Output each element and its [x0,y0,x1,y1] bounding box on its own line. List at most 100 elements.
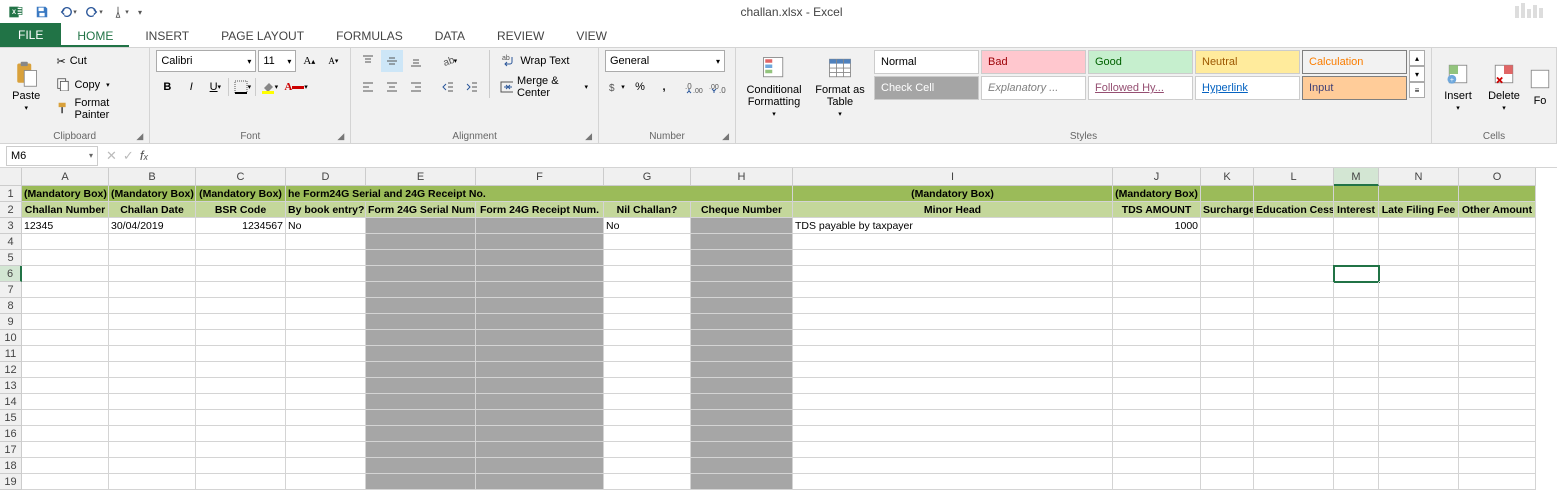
tab-home[interactable]: HOME [61,25,129,47]
row-header-11[interactable]: 11 [0,346,22,362]
cell-M3[interactable] [1334,218,1379,234]
number-launcher-icon[interactable]: ◢ [722,131,729,142]
cell-N17[interactable] [1379,442,1459,458]
insert-cells-button[interactable]: +Insert▾ [1438,50,1478,122]
row-header-3[interactable]: 3 [0,218,22,234]
cell-M4[interactable] [1334,234,1379,250]
row-header-18[interactable]: 18 [0,458,22,474]
cell-K13[interactable] [1201,378,1254,394]
cell-L16[interactable] [1254,426,1334,442]
cell-I11[interactable] [793,346,1113,362]
cell-A11[interactable] [22,346,109,362]
undo-icon[interactable]: ▾ [56,1,80,23]
delete-cells-button[interactable]: Delete▾ [1484,50,1524,122]
cell-M6[interactable] [1334,266,1379,282]
cell-A12[interactable] [22,362,109,378]
font-size-combo[interactable]: 11▾ [258,50,296,72]
cell-F15[interactable] [476,410,604,426]
cell-C2[interactable]: BSR Code [196,202,286,218]
cell-H7[interactable] [691,282,793,298]
cell-B8[interactable] [109,298,196,314]
style-calculation[interactable]: Calculation [1302,50,1407,74]
row-header-13[interactable]: 13 [0,378,22,394]
cell-B15[interactable] [109,410,196,426]
cell-K1[interactable] [1201,186,1254,202]
col-header-N[interactable]: N [1379,168,1459,186]
cell-I19[interactable] [793,474,1113,490]
cell-E11[interactable] [366,346,476,362]
customize-qat-icon[interactable]: ▾ [134,1,146,23]
row-header-19[interactable]: 19 [0,474,22,490]
redo-icon[interactable]: ▾ [82,1,106,23]
cell-B6[interactable] [109,266,196,282]
row-header-15[interactable]: 15 [0,410,22,426]
cell-L2[interactable]: Education Cess [1254,202,1334,218]
cell-I2[interactable]: Minor Head [793,202,1113,218]
cell-K9[interactable] [1201,314,1254,330]
cell-M12[interactable] [1334,362,1379,378]
cell-N15[interactable] [1379,410,1459,426]
cell-J19[interactable] [1113,474,1201,490]
cell-N3[interactable] [1379,218,1459,234]
cell-B7[interactable] [109,282,196,298]
align-right-icon[interactable] [405,76,427,98]
cell-M14[interactable] [1334,394,1379,410]
cell-A5[interactable] [22,250,109,266]
cell-G5[interactable] [604,250,691,266]
cell-O6[interactable] [1459,266,1536,282]
cell-C17[interactable] [196,442,286,458]
cell-O19[interactable] [1459,474,1536,490]
cell-D16[interactable] [286,426,366,442]
cell-D4[interactable] [286,234,366,250]
cell-F13[interactable] [476,378,604,394]
cell-F5[interactable] [476,250,604,266]
cell-L6[interactable] [1254,266,1334,282]
cell-N8[interactable] [1379,298,1459,314]
cell-K4[interactable] [1201,234,1254,250]
cell-I18[interactable] [793,458,1113,474]
cell-C4[interactable] [196,234,286,250]
cell-D12[interactable] [286,362,366,378]
col-header-B[interactable]: B [109,168,196,186]
cell-N6[interactable] [1379,266,1459,282]
cell-D18[interactable] [286,458,366,474]
cell-F14[interactable] [476,394,604,410]
format-painter-button[interactable]: Format Painter [52,98,143,120]
style-explanatory[interactable]: Explanatory ... [981,76,1086,100]
cell-E8[interactable] [366,298,476,314]
cell-M13[interactable] [1334,378,1379,394]
cell-D13[interactable] [286,378,366,394]
cell-I15[interactable] [793,410,1113,426]
cell-J12[interactable] [1113,362,1201,378]
row-header-16[interactable]: 16 [0,426,22,442]
cell-F9[interactable] [476,314,604,330]
cell-H17[interactable] [691,442,793,458]
cell-E18[interactable] [366,458,476,474]
cell-A15[interactable] [22,410,109,426]
cell-O17[interactable] [1459,442,1536,458]
style-neutral[interactable]: Neutral [1195,50,1300,74]
gallery-more-icon[interactable]: ≡ [1409,82,1425,98]
cell-F16[interactable] [476,426,604,442]
cell-H8[interactable] [691,298,793,314]
cell-J13[interactable] [1113,378,1201,394]
cell-J18[interactable] [1113,458,1201,474]
cell-F18[interactable] [476,458,604,474]
cell-M16[interactable] [1334,426,1379,442]
select-all-corner[interactable] [0,168,22,186]
cell-G18[interactable] [604,458,691,474]
cell-F2[interactable]: Form 24G Receipt Num. [476,202,604,218]
cell-G16[interactable] [604,426,691,442]
align-center-icon[interactable] [381,76,403,98]
cell-L4[interactable] [1254,234,1334,250]
cell-J11[interactable] [1113,346,1201,362]
italic-button[interactable]: I [180,76,202,98]
cell-F8[interactable] [476,298,604,314]
col-header-M[interactable]: M [1334,168,1379,186]
comma-format-icon[interactable]: , [653,76,675,98]
cell-H6[interactable] [691,266,793,282]
cell-H10[interactable] [691,330,793,346]
cell-I16[interactable] [793,426,1113,442]
cell-K10[interactable] [1201,330,1254,346]
cell-G3[interactable]: No [604,218,691,234]
